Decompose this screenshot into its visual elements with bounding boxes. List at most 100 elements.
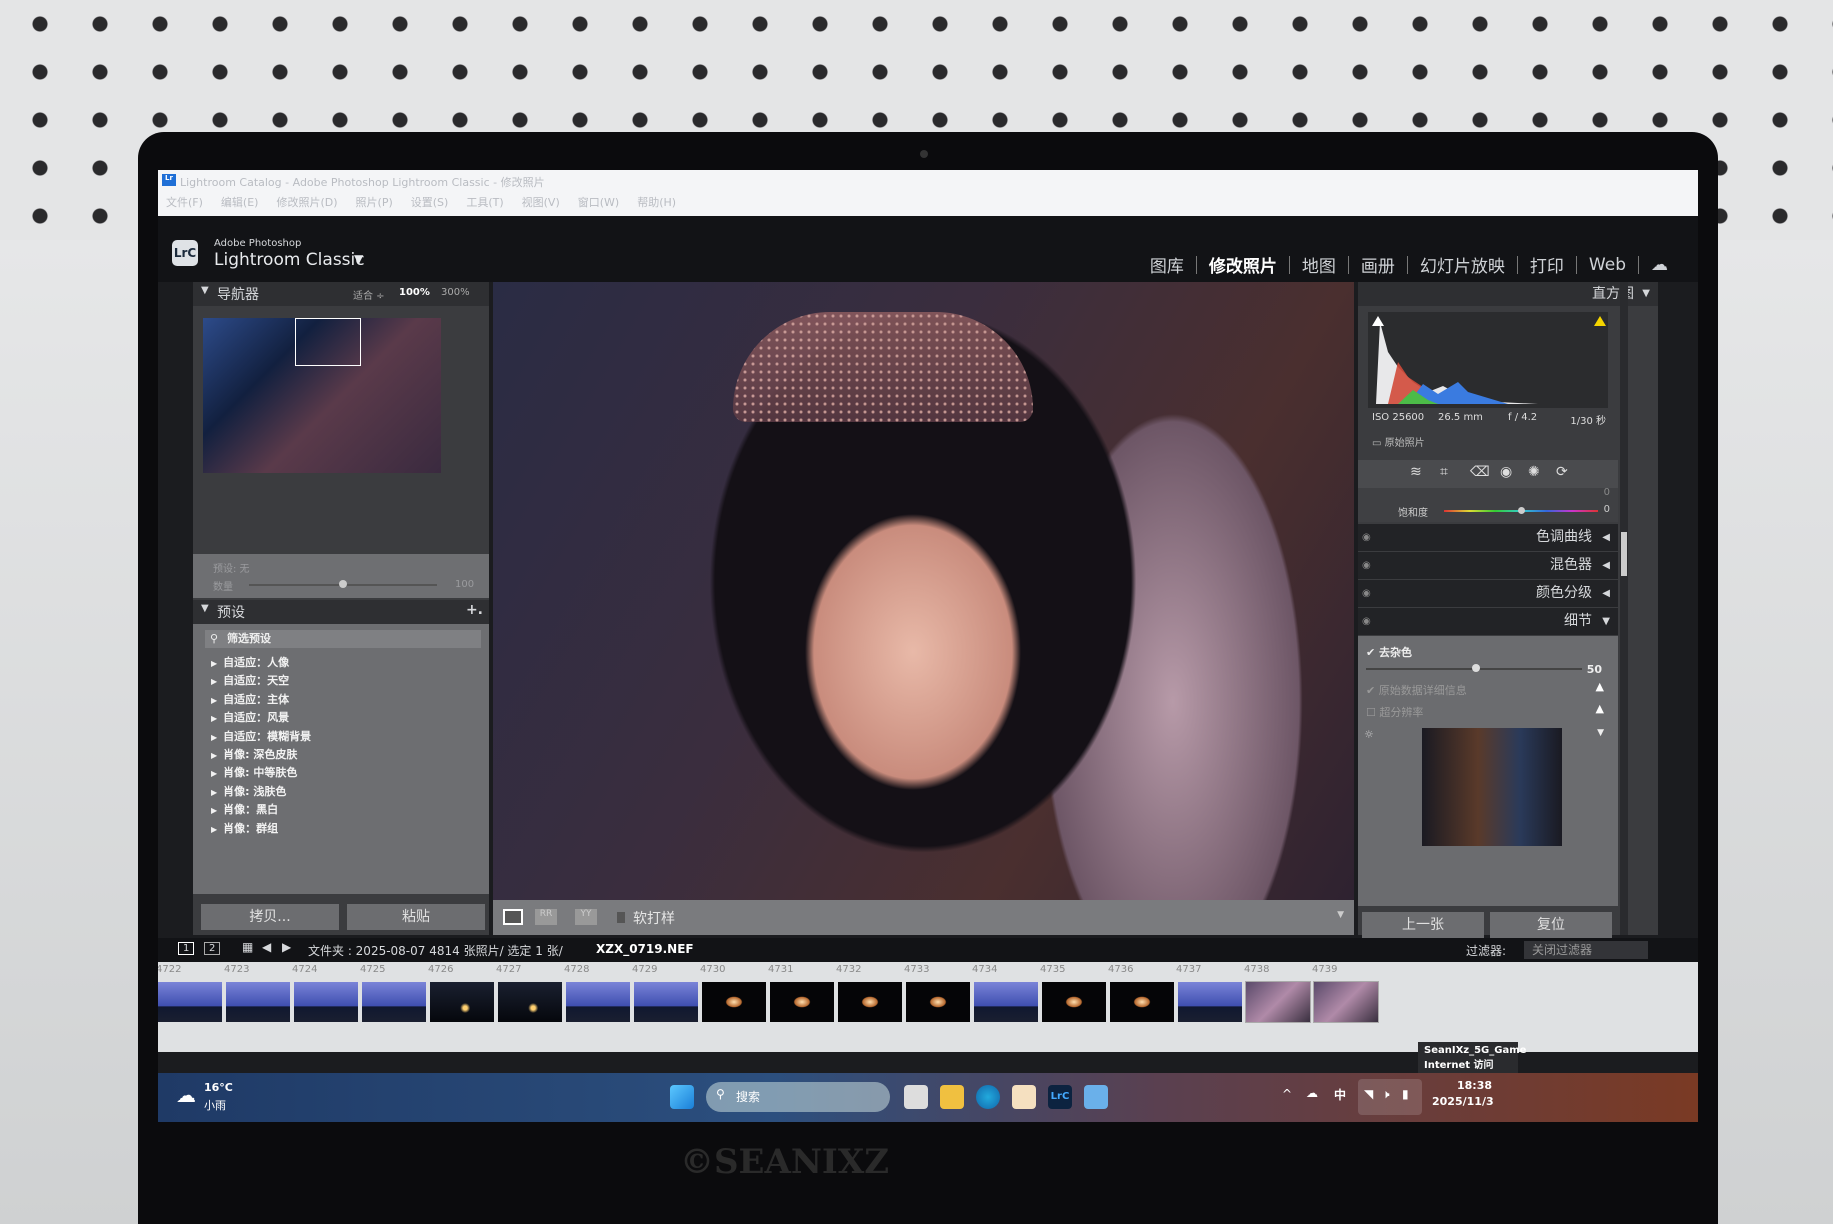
filmstrip-thumbnail[interactable]: 4739 — [1308, 962, 1379, 1052]
panel-section-header[interactable]: ◉ 色调曲线 ◀ — [1358, 524, 1618, 551]
quick-settings[interactable]: ◥ 🕨 ▮ — [1358, 1079, 1422, 1115]
soft-proof-checkbox[interactable] — [617, 912, 625, 923]
photo-canvas[interactable] — [493, 282, 1354, 900]
module-tab[interactable]: 地图 — [1302, 252, 1336, 277]
module-tab[interactable]: Web — [1589, 255, 1626, 275]
panel-section-header[interactable]: ◉ 细节 ▼ — [1358, 608, 1618, 635]
edge-icon[interactable] — [976, 1085, 1000, 1109]
right-panel-scrollbar[interactable] — [1620, 282, 1628, 935]
screen1-button[interactable]: 1 — [178, 942, 195, 955]
menu-item[interactable]: 窗口(W) — [578, 194, 619, 210]
filmstrip-thumbnail[interactable]: 4733 — [900, 962, 970, 1052]
panel-section-header[interactable]: ◉ 颜色分级 ◀ — [1358, 580, 1618, 607]
denoise-slider[interactable] — [1366, 664, 1582, 672]
copy-button[interactable]: 拷贝... — [201, 904, 339, 930]
crop-icon[interactable]: ⌗ — [1440, 464, 1448, 480]
before-after-split-icon[interactable]: YY — [575, 909, 597, 925]
preset-folder[interactable]: ▶ 肖像: 中等肤色 — [211, 764, 311, 782]
filmstrip-thumbnail[interactable]: 4731 — [764, 962, 834, 1052]
grid-icon[interactable]: ▦ — [242, 940, 253, 954]
cloud-sync-icon[interactable]: ☁ — [1651, 255, 1668, 275]
module-tab[interactable]: 修改照片 — [1209, 252, 1277, 277]
filmstrip-thumbnail[interactable]: 4732 — [832, 962, 902, 1052]
paste-button[interactable]: 粘贴 — [347, 904, 485, 930]
preset-folder[interactable]: ▶ 自适应：人像 — [211, 654, 311, 672]
filmstrip-thumbnail[interactable]: 4722 — [158, 962, 222, 1052]
detail-preview[interactable] — [1422, 728, 1562, 846]
sharpen-target-icon[interactable]: ☼ — [1364, 728, 1374, 741]
task-view-icon[interactable] — [904, 1085, 928, 1109]
denoise-checkbox[interactable]: ✔ 去杂色 — [1366, 644, 1412, 660]
filmstrip-thumbnail[interactable]: 4727 — [492, 962, 562, 1052]
filmstrip-thumbnail[interactable]: 4726 — [424, 962, 494, 1052]
menu-item[interactable]: 修改照片(D) — [276, 194, 337, 210]
edit-icon[interactable]: ≋ — [1410, 464, 1422, 480]
preset-folder[interactable]: ▶ 自适应：天空 — [211, 672, 311, 690]
filmstrip-thumbnail[interactable]: 4723 — [220, 962, 290, 1052]
photos-icon[interactable] — [1084, 1085, 1108, 1109]
preset-folder[interactable]: ▶ 肖像：群组 — [211, 820, 311, 838]
super-resolution-checkbox[interactable]: ☐ 超分辨率 — [1366, 704, 1423, 720]
visibility-eye-icon[interactable]: ◉ — [1362, 524, 1371, 551]
clock-time[interactable]: 18:38 — [1442, 1079, 1492, 1092]
navigator-header[interactable]: ▼ 导航器 适合 ÷ 100% 300% — [193, 282, 489, 306]
remove-icon[interactable]: ⌫ — [1470, 464, 1490, 480]
ime-indicator[interactable]: 中 — [1334, 1086, 1346, 1103]
tray-chevron-icon[interactable]: ^ — [1282, 1087, 1292, 1101]
masking-icon[interactable]: ✺ — [1528, 464, 1540, 480]
detail-collapse-icon[interactable]: ▼ — [1597, 728, 1604, 738]
filmstrip-thumbnail[interactable]: 4736 — [1104, 962, 1174, 1052]
before-after-icon[interactable]: RR — [535, 909, 557, 925]
zoom-fit[interactable]: 适合 ÷ — [353, 287, 385, 302]
zoom-300[interactable]: 300% — [441, 287, 470, 298]
lightroom-taskbar-icon[interactable]: LrC — [1048, 1085, 1072, 1109]
filmstrip-thumbnail[interactable]: 4728 — [560, 962, 630, 1052]
amount-slider[interactable] — [249, 580, 437, 588]
add-preset-button[interactable]: +. — [466, 602, 483, 618]
preset-folder[interactable]: ▶ 肖像: 浅肤色 — [211, 783, 311, 801]
menu-item[interactable]: 工具(T) — [466, 194, 503, 210]
filter-presets-input[interactable]: ⚲ 筛选预设 — [205, 630, 481, 648]
preset-folder[interactable]: ▶ 自适应：主体 — [211, 691, 311, 709]
brand-menu-arrow[interactable]: ▼ — [354, 252, 363, 266]
red-eye-icon[interactable]: ◉ — [1500, 464, 1512, 480]
search-box[interactable]: ⚲ 搜索 — [706, 1082, 890, 1112]
forward-arrow-icon[interactable]: ▶ — [282, 940, 291, 954]
zoom-100[interactable]: 100% — [399, 287, 430, 298]
module-tab[interactable]: 图库 — [1150, 252, 1184, 277]
saturation-slider[interactable] — [1444, 507, 1598, 514]
presets-icon[interactable]: ⟳ — [1556, 464, 1568, 480]
filmstrip-thumbnail[interactable]: 4725 — [356, 962, 426, 1052]
office-icon[interactable] — [1012, 1085, 1036, 1109]
filmstrip-thumbnail[interactable]: 4734 — [968, 962, 1038, 1052]
menu-item[interactable]: 帮助(H) — [637, 194, 676, 210]
presets-header[interactable]: ▼ 预设 +. — [193, 600, 489, 624]
panel-section-header[interactable]: ◉ 混色器 ◀ — [1358, 552, 1618, 579]
visibility-eye-icon[interactable]: ◉ — [1362, 580, 1371, 607]
menu-item[interactable]: 照片(P) — [356, 194, 393, 210]
filmstrip-thumbnail[interactable]: 4729 — [628, 962, 698, 1052]
weather-icon[interactable]: ☁ — [176, 1083, 196, 1107]
histogram-header[interactable]: 直方图 ▼ — [1358, 282, 1658, 306]
visibility-eye-icon[interactable]: ◉ — [1362, 608, 1371, 635]
navigator-view-box[interactable] — [295, 318, 361, 366]
filmstrip-thumbnail[interactable]: 4738 — [1240, 962, 1311, 1052]
onedrive-icon[interactable]: ☁ — [1306, 1086, 1318, 1100]
raw-detail-checkbox[interactable]: ✔ 原始数据详细信息 — [1366, 682, 1467, 698]
navigator-preview[interactable] — [203, 318, 441, 473]
filmstrip-thumbnail[interactable]: 4730 — [696, 962, 766, 1052]
preset-folder[interactable]: ▶ 肖像：黑白 — [211, 801, 311, 819]
menu-item[interactable]: 设置(S) — [411, 194, 449, 210]
clock-date[interactable]: 2025/11/3 — [1432, 1095, 1494, 1108]
toolbar-menu-icon[interactable]: ▼ — [1337, 910, 1344, 920]
filter-select[interactable]: 关闭过滤器 — [1524, 941, 1648, 959]
preset-folder[interactable]: ▶ 自适应：风景 — [211, 709, 311, 727]
preset-folder[interactable]: ▶ 肖像: 深色皮肤 — [211, 746, 311, 764]
selected-filename[interactable]: XZX_0719.NEF — [596, 942, 694, 956]
menu-item[interactable]: 视图(V) — [522, 194, 560, 210]
menu-item[interactable]: 编辑(E) — [221, 194, 259, 210]
reset-button[interactable]: 复位 — [1490, 912, 1612, 938]
module-tab[interactable]: 幻灯片放映 — [1420, 252, 1505, 277]
module-tab[interactable]: 画册 — [1361, 252, 1395, 277]
file-explorer-icon[interactable] — [940, 1085, 964, 1109]
